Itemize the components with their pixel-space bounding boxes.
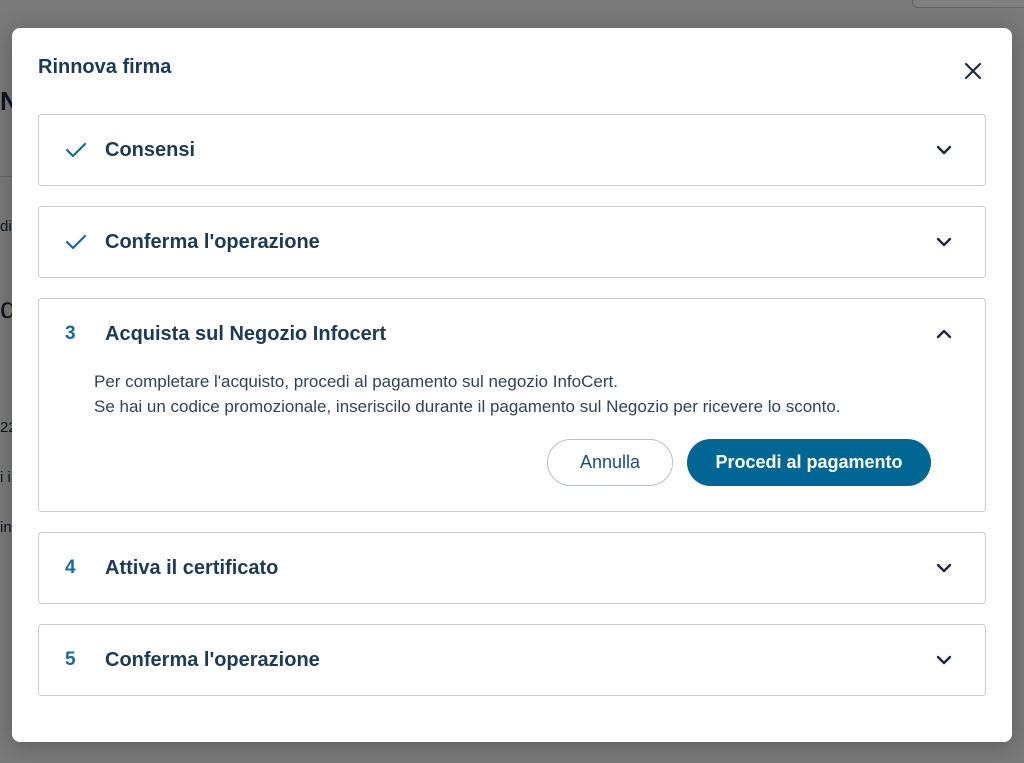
close-icon [964, 62, 982, 80]
chevron-down-icon [936, 237, 952, 247]
step-acquista-negozio: 3 Acquista sul Negozio Infocert Per comp… [38, 298, 986, 512]
dialog-title: Rinnova firma [38, 56, 172, 78]
expand-toggle[interactable] [929, 135, 959, 165]
step-title: Acquista sul Negozio Infocert [105, 322, 387, 345]
expand-toggle[interactable] [929, 645, 959, 675]
expand-toggle[interactable] [929, 227, 959, 257]
close-button[interactable] [958, 56, 988, 86]
collapse-toggle[interactable] [929, 319, 959, 349]
step-conferma-finale: 5 Conferma l'operazione [38, 624, 986, 696]
chevron-down-icon [936, 655, 952, 665]
description-line: Se hai un codice promozionale, inserisci… [94, 397, 841, 416]
step-title: Conferma l'operazione [105, 648, 320, 671]
step-number: 5 [65, 649, 76, 670]
step-conferma-operazione: Conferma l'operazione [38, 206, 986, 278]
step-status [39, 234, 105, 250]
chevron-down-icon [936, 563, 952, 573]
step-title: Conferma l'operazione [105, 230, 320, 253]
expand-toggle[interactable] [929, 553, 959, 583]
check-icon [65, 234, 87, 250]
step-title: Attiva il certificato [105, 556, 279, 579]
step-header[interactable]: 5 Conferma l'operazione [39, 625, 985, 695]
step-attiva-certificato: 4 Attiva il certificato [38, 532, 986, 604]
chevron-down-icon [936, 145, 952, 155]
step-number: 4 [65, 557, 76, 578]
step-header[interactable]: 4 Attiva il certificato [39, 533, 985, 603]
step-actions: Annulla Procedi al pagamento [547, 439, 931, 486]
step-header[interactable]: 3 Acquista sul Negozio Infocert [39, 299, 985, 369]
renew-signature-dialog: Rinnova firma Consensi Conferma l'operaz… [12, 28, 1012, 742]
cancel-button[interactable]: Annulla [547, 439, 673, 486]
description-line: Per completare l'acquisto, procedi al pa… [94, 372, 618, 391]
step-status [39, 142, 105, 158]
step-consensi: Consensi [38, 114, 986, 186]
step-title: Consensi [105, 138, 196, 161]
step-number: 3 [65, 323, 76, 344]
step-description: Per completare l'acquisto, procedi al pa… [94, 369, 964, 419]
step-header[interactable]: Conferma l'operazione [39, 207, 985, 277]
proceed-to-payment-button[interactable]: Procedi al pagamento [687, 439, 931, 486]
check-icon [65, 142, 87, 158]
chevron-up-icon [936, 329, 952, 339]
step-header[interactable]: Consensi [39, 115, 985, 185]
